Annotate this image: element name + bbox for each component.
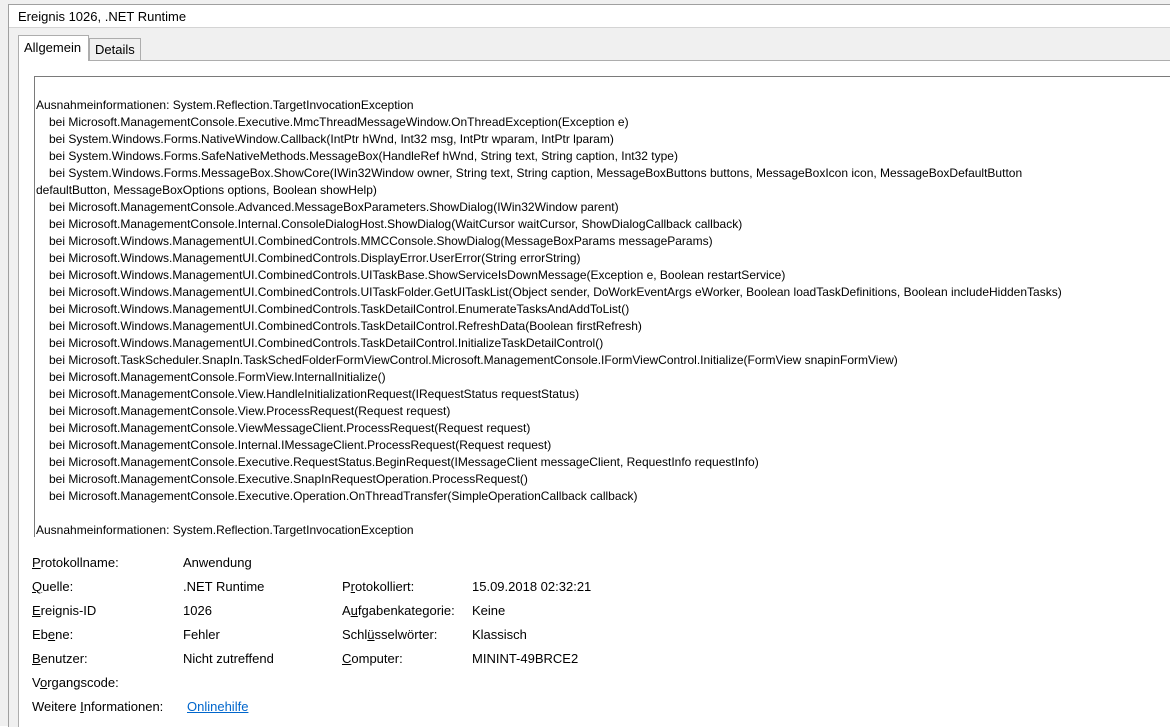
more-info-label: Weitere Informationen:	[32, 699, 164, 714]
task-category-label: Aufgabenkategorie:	[342, 603, 455, 618]
stack-line: bei System.Windows.Forms.SafeNativeMetho…	[49, 149, 678, 163]
keywords-value: Klassisch	[472, 627, 527, 642]
tab-details[interactable]: Details	[89, 38, 141, 60]
computer-label: Computer:	[342, 651, 403, 666]
stack-line: bei System.Windows.Forms.MessageBox.Show…	[49, 166, 1023, 180]
stack-line: bei Microsoft.ManagementConsole.Internal…	[49, 438, 552, 452]
stack-line: bei System.Windows.Forms.NativeWindow.Ca…	[49, 132, 614, 146]
stack-line: bei Microsoft.ManagementConsole.ViewMess…	[49, 421, 531, 435]
exception-header: Ausnahmeinformationen: System.Reflection…	[36, 98, 414, 112]
stack-line: bei Microsoft.Windows.ManagementUI.Combi…	[49, 302, 630, 316]
stack-line: bei Microsoft.ManagementConsole.View.Han…	[49, 387, 580, 401]
stack-line: bei Microsoft.Windows.ManagementUI.Combi…	[49, 336, 604, 350]
online-help-link[interactable]: Onlinehilfe	[187, 699, 248, 714]
event-description-text: Ausnahmeinformationen: System.Reflection…	[36, 97, 1170, 537]
tab-allgemein-label: Allgemein	[24, 40, 82, 55]
logged-value: 15.09.2018 02:32:21	[472, 579, 592, 594]
stack-line: bei Microsoft.ManagementConsole.Executiv…	[49, 472, 528, 486]
event-id-label: Ereignis-ID	[32, 603, 97, 618]
level-value: Fehler	[183, 627, 220, 642]
user-label: Benutzer:	[32, 651, 88, 666]
stack-line: bei Microsoft.ManagementConsole.Executiv…	[49, 455, 759, 469]
stack-line: bei Microsoft.Windows.ManagementUI.Combi…	[49, 234, 713, 248]
level-label: Ebene:	[32, 627, 74, 642]
keywords-label: Schlüsselwörter:	[342, 627, 438, 642]
computer-value: MININT-49BRCE2	[472, 651, 579, 666]
stack-line: bei Microsoft.TaskScheduler.SnapIn.TaskS…	[49, 353, 898, 367]
stack-line: bei Microsoft.ManagementConsole.Executiv…	[49, 489, 638, 503]
user-value: Nicht zutreffend	[183, 651, 274, 666]
exception-footer: Ausnahmeinformationen: System.Reflection…	[36, 523, 414, 537]
stack-line: bei Microsoft.Windows.ManagementUI.Combi…	[49, 251, 581, 265]
stack-line: bei Microsoft.ManagementConsole.Advanced…	[49, 200, 619, 214]
stack-line-continuation: defaultButton, MessageBoxOptions options…	[36, 183, 377, 197]
opcode-label: Vorgangscode:	[32, 675, 119, 690]
tab-allgemein[interactable]: Allgemein	[18, 35, 89, 61]
stack-line: bei Microsoft.ManagementConsole.FormView…	[49, 370, 386, 384]
log-name-value: Anwendung	[183, 555, 252, 570]
title-bar: Ereignis 1026, .NET Runtime	[9, 5, 1170, 28]
logged-label: Protokolliert:	[342, 579, 415, 594]
source-label: Quelle:	[32, 579, 74, 594]
stack-line: bei Microsoft.Windows.ManagementUI.Combi…	[49, 268, 786, 282]
tab-details-label: Details	[95, 42, 135, 57]
window-title: Ereignis 1026, .NET Runtime	[18, 9, 187, 24]
stack-line: bei Microsoft.ManagementConsole.Internal…	[49, 217, 743, 231]
stack-line: bei Microsoft.Windows.ManagementUI.Combi…	[49, 319, 642, 333]
event-description-textbox[interactable]: Ausnahmeinformationen: System.Reflection…	[34, 76, 1170, 537]
stack-line: bei Microsoft.ManagementConsole.View.Pro…	[49, 404, 451, 418]
event-id-value: 1026	[183, 603, 212, 618]
stack-line: bei Microsoft.ManagementConsole.Executiv…	[49, 115, 629, 129]
source-value: .NET Runtime	[183, 579, 265, 594]
log-name-label: Protokollname:	[32, 555, 119, 570]
event-properties-window: Ereignis 1026, .NET Runtime Allgemein De…	[0, 0, 1170, 727]
stack-line: bei Microsoft.Windows.ManagementUI.Combi…	[49, 285, 1062, 299]
task-category-value: Keine	[472, 603, 506, 618]
